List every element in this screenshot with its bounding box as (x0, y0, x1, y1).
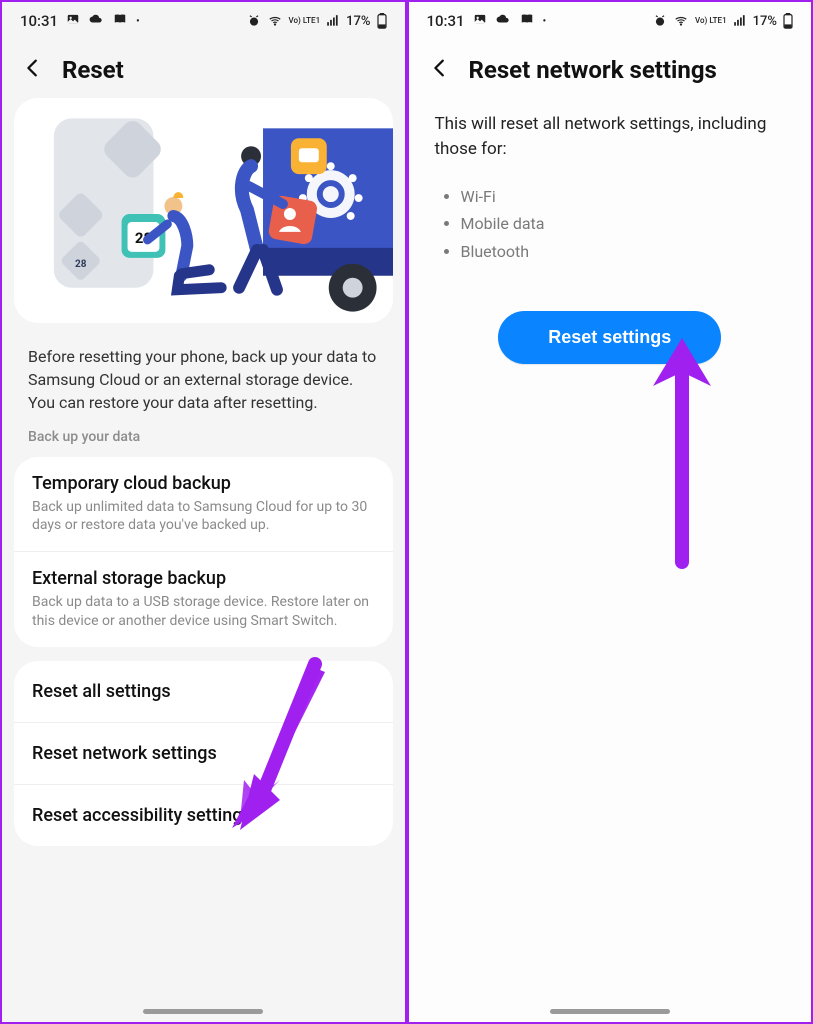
wifi-icon (267, 14, 283, 28)
reset-network-settings-option[interactable]: Reset network settings (14, 722, 393, 784)
gesture-bar[interactable] (550, 1009, 670, 1014)
reset-network-bullets: Wi-Fi Mobile data Bluetooth (409, 177, 812, 265)
status-dot: • (543, 16, 547, 27)
bullet-bluetooth: Bluetooth (461, 238, 786, 265)
option-subtitle: Back up data to a USB storage device. Re… (32, 593, 375, 631)
option-title: Reset all settings (32, 681, 375, 702)
page-header: Reset network settings (409, 30, 812, 98)
reset-accessibility-settings-option[interactable]: Reset accessibility settings (14, 784, 393, 846)
status-dot: • (136, 16, 140, 27)
back-icon[interactable] (429, 57, 451, 83)
page-title: Reset (62, 56, 124, 84)
option-title: Reset accessibility settings (32, 805, 375, 826)
cloud-icon (88, 12, 104, 30)
option-subtitle: Back up unlimited data to Samsung Cloud … (32, 498, 375, 536)
reset-all-settings-option[interactable]: Reset all settings (14, 661, 393, 722)
bullet-wifi: Wi-Fi (461, 183, 786, 210)
page-title: Reset network settings (469, 56, 717, 84)
battery-icon (783, 13, 793, 29)
reset-settings-button[interactable]: Reset settings (498, 311, 721, 364)
network-badge: Vo) LTE1 (289, 17, 321, 25)
back-icon[interactable] (22, 57, 44, 83)
backup-caption: Back up your data (2, 415, 405, 451)
battery-percent: 17% (346, 14, 370, 29)
battery-percent: 17% (753, 14, 777, 29)
picture-icon (473, 12, 487, 30)
reset-illustration: 28 (14, 98, 393, 323)
network-badge: Vo) LTE1 (695, 17, 727, 25)
status-bar: 10:31 • Vo) LTE1 (409, 2, 812, 30)
signal-icon (326, 14, 340, 28)
phone-right: 10:31 • Vo) LTE1 (409, 2, 812, 1022)
external-storage-backup-option[interactable]: External storage backup Back up data to … (14, 551, 393, 647)
phone-left: 10:31 • Vo) LTE1 (2, 2, 405, 1022)
battery-icon (377, 13, 387, 29)
reset-option-list: Reset all settings Reset network setting… (14, 661, 393, 846)
book-icon (112, 12, 128, 30)
option-title: External storage backup (32, 568, 375, 589)
status-time: 10:31 (20, 12, 58, 30)
status-bar: 10:31 • Vo) LTE1 (2, 2, 405, 30)
option-title: Reset network settings (32, 743, 375, 764)
wifi-icon (673, 14, 689, 28)
alarm-icon (247, 14, 261, 28)
bullet-mobile-data: Mobile data (461, 210, 786, 237)
page-header: Reset (2, 30, 405, 98)
reset-network-description: This will reset all network settings, in… (409, 98, 812, 161)
status-time: 10:31 (427, 12, 465, 30)
gesture-bar[interactable] (143, 1009, 263, 1014)
annotation-arrow-right (637, 332, 727, 572)
option-title: Temporary cloud backup (32, 473, 375, 494)
cloud-icon (495, 12, 511, 30)
svg-text:28: 28 (75, 259, 87, 270)
picture-icon (66, 12, 80, 30)
temporary-cloud-backup-option[interactable]: Temporary cloud backup Back up unlimited… (14, 457, 393, 552)
signal-icon (733, 14, 747, 28)
alarm-icon (653, 14, 667, 28)
reset-description: Before resetting your phone, back up you… (2, 323, 405, 415)
book-icon (519, 12, 535, 30)
backup-option-list: Temporary cloud backup Back up unlimited… (14, 457, 393, 648)
